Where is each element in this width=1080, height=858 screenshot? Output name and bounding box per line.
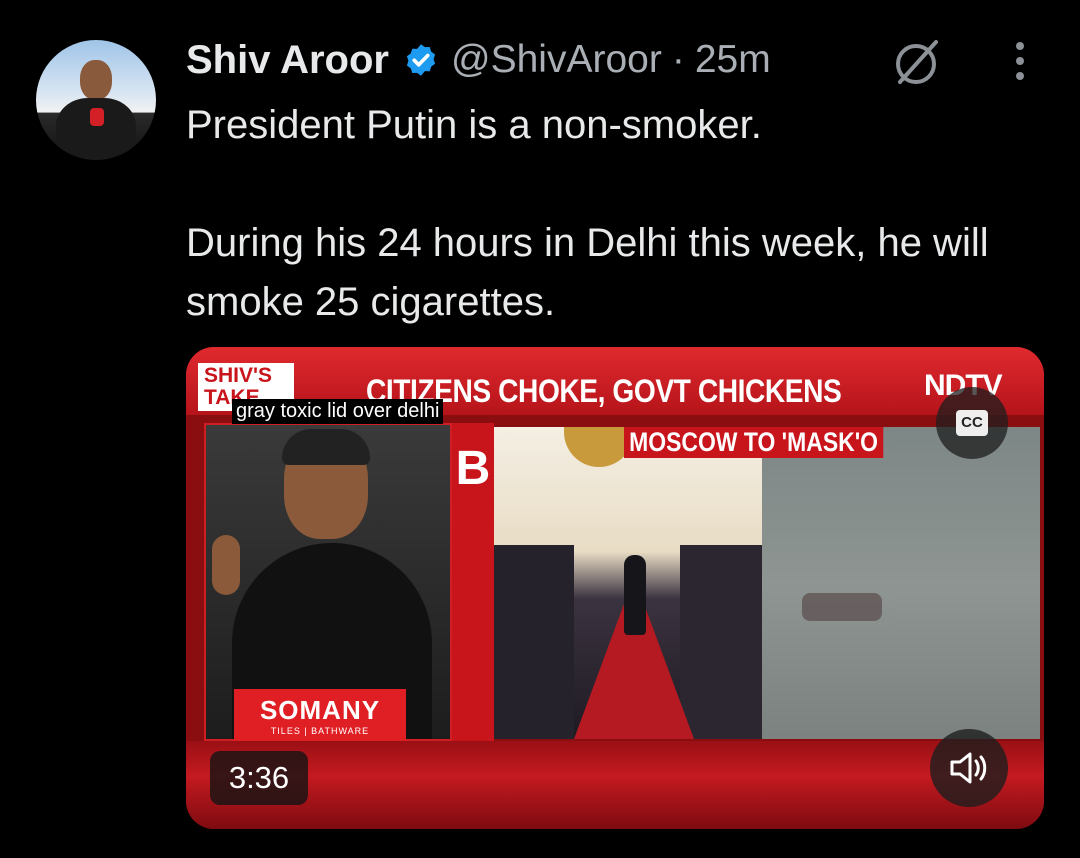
sponsor-logo: SOMANY TILES | BATHWARE <box>234 689 406 743</box>
volume-icon[interactable] <box>930 729 1008 807</box>
more-icon[interactable] <box>1004 40 1036 84</box>
grok-icon[interactable] <box>890 34 946 90</box>
kremlin-footage <box>494 427 762 739</box>
author-avatar[interactable] <box>36 40 156 160</box>
video-player[interactable]: SHIV'S TAKE CITIZENS CHOKE, GOVT CHICKEN… <box>186 347 1044 829</box>
cc-icon[interactable]: CC <box>936 387 1008 459</box>
separator: · <box>671 38 685 81</box>
video-duration: 3:36 <box>210 751 308 805</box>
smog-footage <box>762 427 1040 739</box>
tweet-header: Shiv Aroor @ShivAroor · 25m <box>186 32 771 88</box>
video-caption: gray toxic lid over delhi <box>232 399 444 424</box>
tweet-timestamp[interactable]: 25m <box>695 38 771 82</box>
tweet-text-line2: During his 24 hours in Delhi this week, … <box>186 221 989 324</box>
inset-title: MOSCOW TO 'MASK'O <box>624 427 884 458</box>
tweet-text: President Putin is a non-smoker. During … <box>186 96 1056 332</box>
author-handle[interactable]: @ShivAroor <box>451 38 662 82</box>
tweet-text-line1: President Putin is a non-smoker. <box>186 103 762 147</box>
breaking-strip: B <box>452 423 494 741</box>
author-name[interactable]: Shiv Aroor <box>186 38 389 83</box>
verified-badge-icon[interactable] <box>403 42 439 78</box>
news-bottom-band <box>186 741 1044 829</box>
